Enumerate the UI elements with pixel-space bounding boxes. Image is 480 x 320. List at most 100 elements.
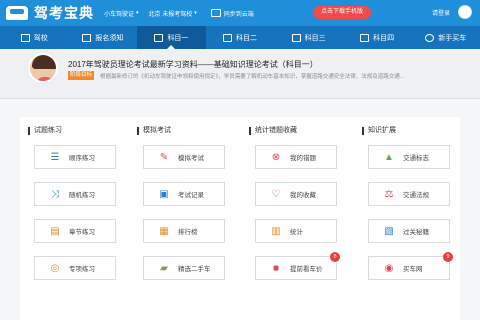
nav-item-school[interactable]: 驾校 bbox=[0, 26, 69, 49]
card-label: 精选二手车 bbox=[178, 266, 211, 273]
card-label: 模拟考试 bbox=[178, 155, 204, 162]
card-label: 章节练习 bbox=[69, 229, 95, 236]
traffic-signs-button[interactable]: ▲ 交通标志 bbox=[368, 145, 450, 169]
used-car-icon: ▰ bbox=[160, 262, 168, 274]
notification-badge: 9 bbox=[443, 252, 453, 262]
main-nav: 驾校 报名须知 科目一 科目二 科目三 科目四 新手买车 bbox=[0, 26, 480, 49]
nav-label: 科目二 bbox=[236, 34, 258, 42]
section-knowledge: 知识扩展 ▲ 交通标志 ⚖ 交通法规 ▧ 过关秘籍 ◉ 买车网 9 bbox=[362, 127, 470, 293]
section-title: 知识扩展 bbox=[362, 127, 470, 135]
card-label: 考试记录 bbox=[178, 192, 204, 199]
law-scale-icon: ⚖ bbox=[384, 188, 394, 200]
cone-icon bbox=[223, 33, 233, 42]
record-icon: ▣ bbox=[159, 188, 169, 200]
sync-label: 同步到云端 bbox=[223, 11, 254, 18]
nav-label: 科目三 bbox=[304, 34, 326, 42]
exam-pen-icon: ✎ bbox=[159, 151, 169, 163]
download-mobile-button[interactable]: 点击下载手机版 bbox=[313, 6, 371, 19]
document-icon bbox=[82, 33, 92, 42]
car-icon bbox=[291, 33, 301, 42]
chapter-icon: ▤ bbox=[50, 225, 60, 237]
nav-item-subject-one[interactable]: 科目一 bbox=[137, 26, 206, 49]
card-label: 我的收藏 bbox=[290, 192, 316, 199]
ranking-icon: ▦ bbox=[159, 225, 169, 237]
car-type-label: 小车驾驶证 bbox=[104, 11, 135, 18]
chapter-practice-button[interactable]: ▤ 章节练习 bbox=[34, 219, 116, 243]
card-label: 我的错题 bbox=[290, 155, 316, 162]
card-label: 过关秘籍 bbox=[403, 229, 429, 236]
my-favorites-button[interactable]: ♡ 我的收藏 bbox=[255, 182, 337, 206]
topic-practice-button[interactable]: ◎ 专项练习 bbox=[34, 256, 116, 280]
instructor-avatar bbox=[28, 53, 58, 83]
random-practice-button[interactable]: ⤨ 随机练习 bbox=[34, 182, 116, 206]
steering-wheel-icon bbox=[425, 33, 435, 42]
ranking-button[interactable]: ▦ 排行榜 bbox=[143, 219, 225, 243]
nav-label: 驾校 bbox=[33, 34, 48, 42]
location-dropdown[interactable]: 北京 未报考驾校 ▾ bbox=[149, 9, 197, 18]
chevron-down-icon: ▾ bbox=[194, 10, 197, 16]
book-icon bbox=[154, 33, 164, 42]
traffic-laws-button[interactable]: ⚖ 交通法规 bbox=[368, 182, 450, 206]
card-label: 顺序练习 bbox=[69, 155, 95, 162]
target-icon: ◎ bbox=[50, 262, 60, 274]
sequential-practice-button[interactable]: ☰ 顺序练习 bbox=[34, 145, 116, 169]
car-price-button[interactable]: ■ 提前看车价 8 bbox=[255, 252, 340, 280]
banner-description: 根据最新修订的《机动车驾驶证申领和使用规定》，学员需要了解机动车基本知识，掌握道… bbox=[100, 74, 405, 80]
stage-goal-badge: 阶段目标 bbox=[68, 71, 95, 80]
section-stats: 统计错题收藏 ⊗ 我的错题 ♡ 我的收藏 ▥ 统计 ■ 提前看车价 8 bbox=[249, 127, 357, 293]
nav-label: 报名须知 bbox=[95, 34, 124, 42]
nav-label: 科目四 bbox=[373, 34, 395, 42]
card-label: 提前看车价 bbox=[290, 266, 323, 273]
info-banner: 2017年驾驶员理论考试最新学习资料——基础知识理论考试（科目一） 阶段目标 根… bbox=[0, 49, 480, 99]
card-label: 交通法规 bbox=[403, 192, 429, 199]
card-label: 专项练习 bbox=[69, 266, 95, 273]
card-label: 统计 bbox=[290, 229, 303, 236]
login-link[interactable]: 请登录 bbox=[432, 8, 450, 17]
shuffle-icon: ⤨ bbox=[51, 188, 59, 200]
list-order-icon: ☰ bbox=[50, 151, 60, 163]
wrong-x-icon: ⊗ bbox=[271, 151, 281, 163]
monitor-icon bbox=[210, 9, 221, 17]
card-label: 交通标志 bbox=[403, 155, 429, 162]
heart-icon: ♡ bbox=[271, 188, 281, 200]
card-label: 排行榜 bbox=[178, 229, 198, 236]
nav-item-subject-four[interactable]: 科目四 bbox=[343, 26, 412, 49]
app-logo-icon bbox=[6, 6, 28, 20]
car-type-dropdown[interactable]: 小车驾驶证 ▾ bbox=[104, 9, 139, 18]
nav-item-buy-car[interactable]: 新手买车 bbox=[411, 26, 480, 49]
school-icon bbox=[20, 33, 30, 42]
feature-panel: 试题练习 ☰ 顺序练习 ⤨ 随机练习 ▤ 章节练习 ◎ 专项练习 模拟考试 ✎ … bbox=[20, 117, 460, 320]
mock-exam-button[interactable]: ✎ 模拟考试 bbox=[143, 145, 225, 169]
passing-tips-button[interactable]: ▧ 过关秘籍 bbox=[368, 219, 450, 243]
nav-item-registration[interactable]: 报名须知 bbox=[69, 26, 138, 49]
nav-label: 新手买车 bbox=[438, 34, 467, 42]
location-label: 北京 未报考驾校 bbox=[148, 11, 193, 18]
user-avatar-icon[interactable] bbox=[458, 5, 472, 19]
card-label: 随机练习 bbox=[69, 192, 95, 199]
section-practice: 试题练习 ☰ 顺序练习 ⤨ 随机练习 ▤ 章节练习 ◎ 专项练习 bbox=[28, 127, 136, 293]
card-label: 买车网 bbox=[403, 266, 423, 273]
section-title: 模拟考试 bbox=[137, 127, 245, 135]
section-title: 统计错题收藏 bbox=[249, 127, 357, 135]
section-mock-exam: 模拟考试 ✎ 模拟考试 ▣ 考试记录 ▦ 排行榜 ▰ 精选二手车 bbox=[137, 127, 245, 293]
buy-car-site-button[interactable]: ◉ 买车网 9 bbox=[368, 252, 453, 280]
sync-cloud-button[interactable]: 同步到云端 bbox=[210, 9, 254, 18]
buy-car-icon: ◉ bbox=[384, 262, 394, 274]
notification-badge: 8 bbox=[330, 252, 340, 262]
banner-headline[interactable]: 2017年驾驶员理论考试最新学习资料——基础知识理论考试（科目一） bbox=[68, 59, 318, 70]
statistics-button[interactable]: ▥ 统计 bbox=[255, 219, 337, 243]
chevron-down-icon: ▾ bbox=[136, 10, 139, 16]
exam-record-button[interactable]: ▣ 考试记录 bbox=[143, 182, 225, 206]
section-title: 试题练习 bbox=[28, 127, 136, 135]
book-icon bbox=[360, 33, 370, 42]
nav-item-subject-three[interactable]: 科目三 bbox=[274, 26, 343, 49]
nav-item-subject-two[interactable]: 科目二 bbox=[206, 26, 275, 49]
used-car-button[interactable]: ▰ 精选二手车 bbox=[143, 256, 225, 280]
top-bar: 驾考宝典 小车驾驶证 ▾ 北京 未报考驾校 ▾ 同步到云端 点击下载手机版 请登… bbox=[0, 0, 480, 26]
secret-book-icon: ▧ bbox=[384, 225, 394, 237]
nav-label: 科目一 bbox=[167, 34, 189, 42]
car-price-icon: ■ bbox=[272, 262, 280, 274]
my-wrong-answers-button[interactable]: ⊗ 我的错题 bbox=[255, 145, 337, 169]
traffic-sign-icon: ▲ bbox=[384, 151, 394, 163]
bar-chart-icon: ▥ bbox=[271, 225, 281, 237]
